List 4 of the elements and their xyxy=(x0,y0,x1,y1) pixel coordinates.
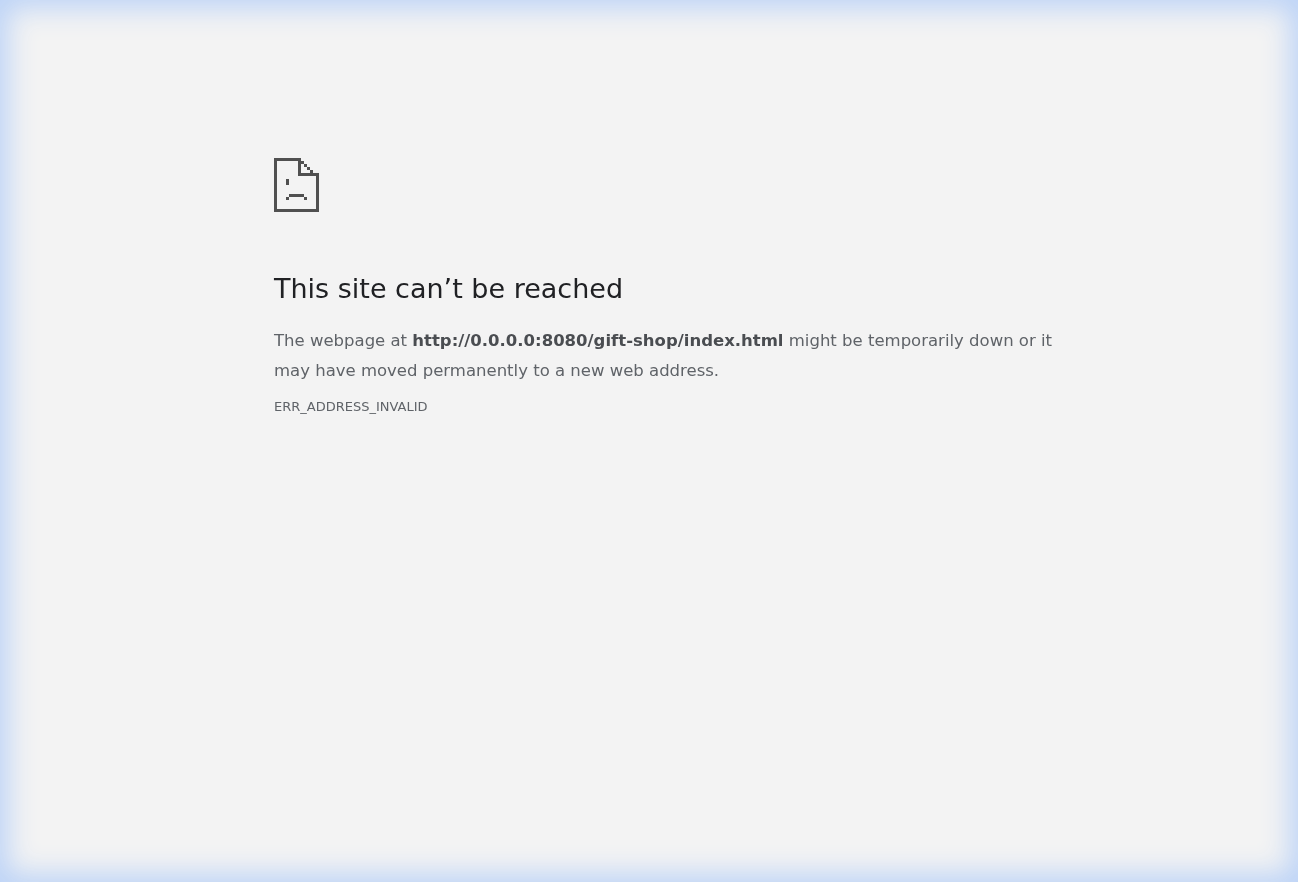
sad-page-icon xyxy=(274,158,319,212)
error-message: The webpage at http://0.0.0.0:8080/gift-shop/index.html might be temporarily down or it may have moved permanently to a new web address. xyxy=(274,330,1053,382)
error-code: ERR_ADDRESS_INVALID xyxy=(274,399,428,414)
error-title: This site can’t be reached xyxy=(274,273,625,304)
